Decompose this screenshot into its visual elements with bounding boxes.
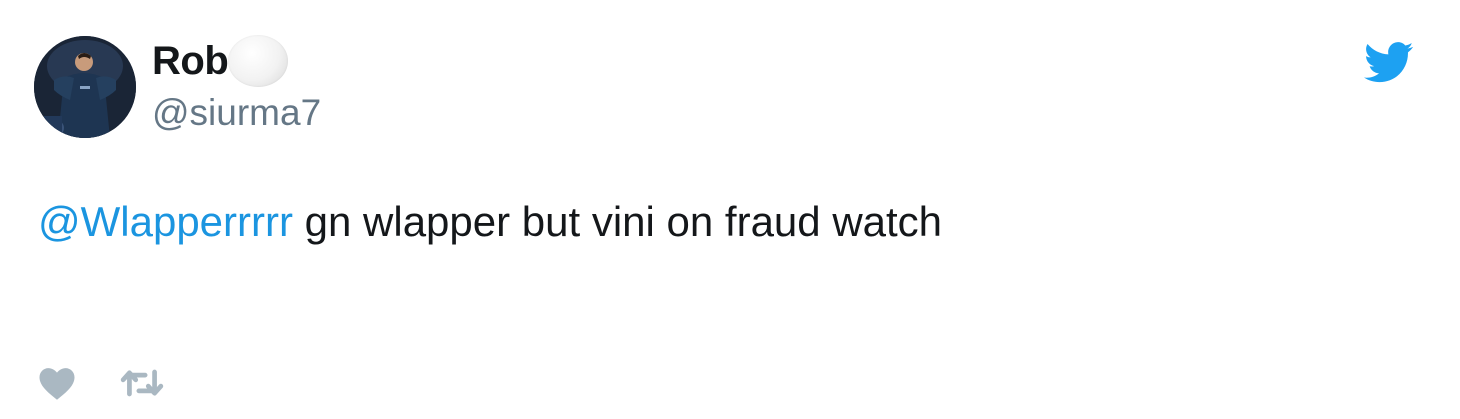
- avatar[interactable]: [34, 36, 136, 138]
- retweet-icon[interactable]: [120, 365, 164, 401]
- white-circle-emoji-icon: [228, 35, 289, 87]
- display-name[interactable]: Rob: [152, 36, 229, 86]
- tweet-card: Rob @siurma7 @Wlapperrrrr gn wlapper but…: [0, 0, 1460, 419]
- profile-photo: [34, 36, 136, 138]
- tweet-actions: [36, 362, 164, 404]
- twitter-bird-icon[interactable]: [1364, 42, 1414, 86]
- user-info[interactable]: Rob @siurma7: [152, 35, 321, 138]
- mention-link[interactable]: @Wlapperrrrr: [38, 198, 293, 245]
- tweet-text: @Wlapperrrrr gn wlapper but vini on frau…: [38, 196, 942, 248]
- tweet-body: gn wlapper but vini on fraud watch: [292, 198, 943, 245]
- heart-icon[interactable]: [36, 362, 78, 404]
- display-name-row: Rob: [152, 35, 321, 87]
- user-handle[interactable]: @siurma7: [152, 88, 321, 138]
